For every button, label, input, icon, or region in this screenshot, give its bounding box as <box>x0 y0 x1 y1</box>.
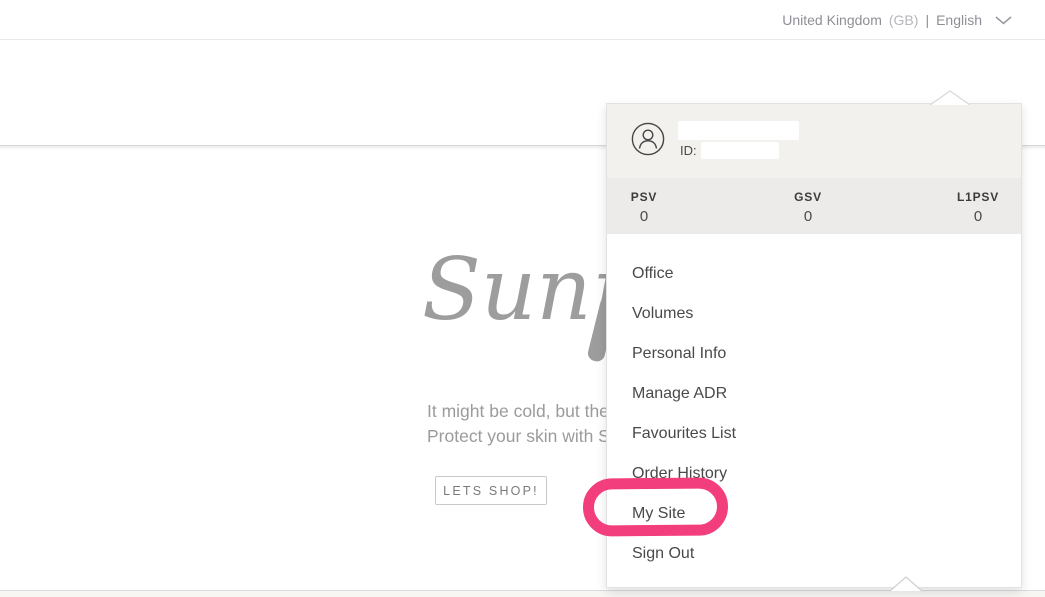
stat-l1psv-label: L1PSV <box>938 190 1018 204</box>
stat-l1psv-value: 0 <box>938 208 1018 225</box>
menu-item-order-history[interactable]: Order History <box>607 454 1021 494</box>
menu-item-manage-adr[interactable]: Manage ADR <box>607 374 1021 414</box>
volume-stats-row: PSV 0 GSV 0 L1PSV 0 <box>607 178 1021 234</box>
stat-gsv-label: GSV <box>768 190 848 204</box>
page: United Kingdom (GB) | English NU S <box>0 0 1045 597</box>
menu-item-favourites-list[interactable]: Favourites List <box>607 414 1021 454</box>
stat-psv: PSV 0 <box>604 190 684 225</box>
stat-gsv: GSV 0 <box>768 190 848 225</box>
account-menu-list: Office Volumes Personal Info Manage ADR … <box>607 234 1021 587</box>
region-code: (GB) <box>889 12 919 28</box>
region-label: United Kingdom <box>782 12 882 28</box>
stat-psv-label: PSV <box>604 190 684 204</box>
account-dropdown: ID: PSV 0 GSV 0 L1PSV 0 Office Volumes P… <box>606 103 1022 588</box>
menu-item-volumes[interactable]: Volumes <box>607 294 1021 334</box>
hero-description: It might be cold, but the Protect your s… <box>427 399 610 448</box>
dropdown-caret-icon <box>928 89 972 110</box>
user-id-redacted <box>701 142 779 159</box>
user-name-redacted <box>678 121 799 140</box>
divider-notch-icon <box>889 575 923 597</box>
stat-gsv-value: 0 <box>768 208 848 225</box>
menu-item-sign-out[interactable]: Sign Out <box>607 534 1021 574</box>
region-separator: | <box>925 12 929 28</box>
language-label: English <box>936 12 982 28</box>
lets-shop-button[interactable]: LETS SHOP! <box>435 476 547 505</box>
top-bar: United Kingdom (GB) | English <box>0 0 1045 40</box>
avatar-icon <box>631 122 665 161</box>
menu-item-office[interactable]: Office <box>607 254 1021 294</box>
menu-item-personal-info[interactable]: Personal Info <box>607 334 1021 374</box>
region-language-selector[interactable]: United Kingdom (GB) | English <box>782 0 1012 40</box>
chevron-down-icon <box>995 16 1012 25</box>
hero-description-line1: It might be cold, but the <box>427 399 610 424</box>
profile-header: ID: <box>607 104 1021 178</box>
id-label: ID: <box>680 143 697 158</box>
menu-item-my-site[interactable]: My Site <box>607 494 1021 534</box>
stat-l1psv: L1PSV 0 <box>938 190 1018 225</box>
stat-psv-value: 0 <box>604 208 684 225</box>
hero-description-line2: Protect your skin with S <box>427 424 610 449</box>
